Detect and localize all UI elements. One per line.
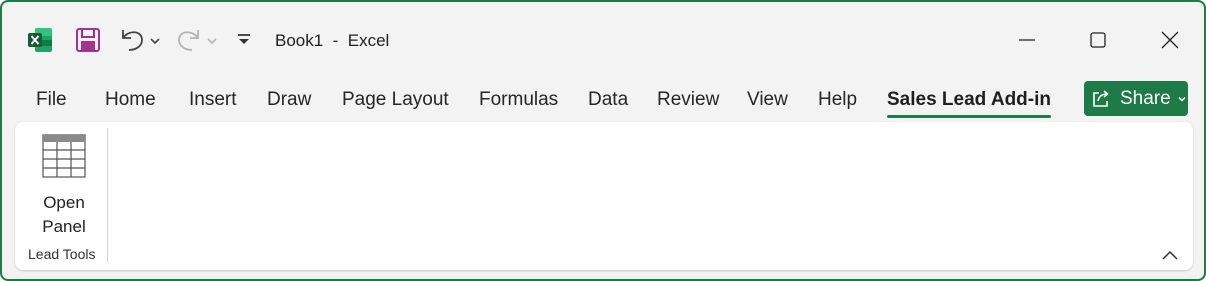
save-button[interactable] — [74, 26, 102, 54]
tab-page-layout[interactable]: Page Layout — [342, 89, 449, 111]
active-tab-indicator — [887, 115, 1051, 118]
chevron-up-icon — [1162, 250, 1178, 260]
customize-quick-access-icon — [238, 34, 250, 44]
document-title: Book1 - Excel — [275, 31, 390, 50]
open-panel-label: Open Panel — [25, 191, 103, 239]
title-bar: Book1 - Excel — [2, 2, 1204, 78]
minimize-button[interactable] — [1004, 22, 1050, 58]
table-icon — [42, 134, 86, 178]
tab-review[interactable]: Review — [657, 89, 719, 111]
save-icon — [76, 28, 100, 52]
chevron-down-icon — [207, 38, 217, 45]
chevron-down-icon — [150, 38, 160, 45]
undo-icon — [122, 30, 143, 51]
undo-button[interactable] — [116, 26, 162, 54]
customize-quick-access-button[interactable] — [234, 30, 254, 50]
tab-file[interactable]: File — [36, 89, 67, 111]
tab-data[interactable]: Data — [588, 89, 628, 111]
maximize-button[interactable] — [1075, 22, 1121, 58]
share-button[interactable]: Share — [1084, 81, 1188, 116]
collapse-ribbon-button[interactable] — [1158, 245, 1182, 265]
group-label-lead-tools: Lead Tools — [28, 246, 96, 262]
chevron-down-icon — [1178, 96, 1186, 102]
open-panel-button[interactable]: Open Panel — [25, 130, 103, 236]
close-icon — [1161, 31, 1179, 49]
share-label: Share — [1120, 87, 1171, 109]
tab-draw[interactable]: Draw — [267, 89, 311, 111]
tab-sales-lead-add-in[interactable]: Sales Lead Add-in — [887, 89, 1051, 118]
ribbon-panel: Open Panel Lead Tools — [15, 122, 1193, 270]
tab-label: Sales Lead Add-in — [887, 89, 1051, 110]
tab-help[interactable]: Help — [818, 89, 857, 111]
tab-formulas[interactable]: Formulas — [479, 89, 558, 111]
close-button[interactable] — [1147, 22, 1193, 58]
redo-button — [178, 30, 217, 51]
tab-home[interactable]: Home — [105, 89, 156, 111]
tab-view[interactable]: View — [747, 89, 788, 111]
open-panel-label-line1: Open — [43, 193, 85, 212]
maximize-icon — [1090, 32, 1106, 48]
open-panel-label-line2: Panel — [42, 217, 86, 236]
excel-logo-icon — [28, 28, 52, 52]
redo-icon — [178, 30, 199, 51]
tab-insert[interactable]: Insert — [189, 89, 237, 111]
group-separator — [107, 128, 108, 262]
excel-window: Book1 - Excel File Home Insert Draw Page… — [0, 0, 1206, 281]
share-icon — [1093, 89, 1109, 107]
